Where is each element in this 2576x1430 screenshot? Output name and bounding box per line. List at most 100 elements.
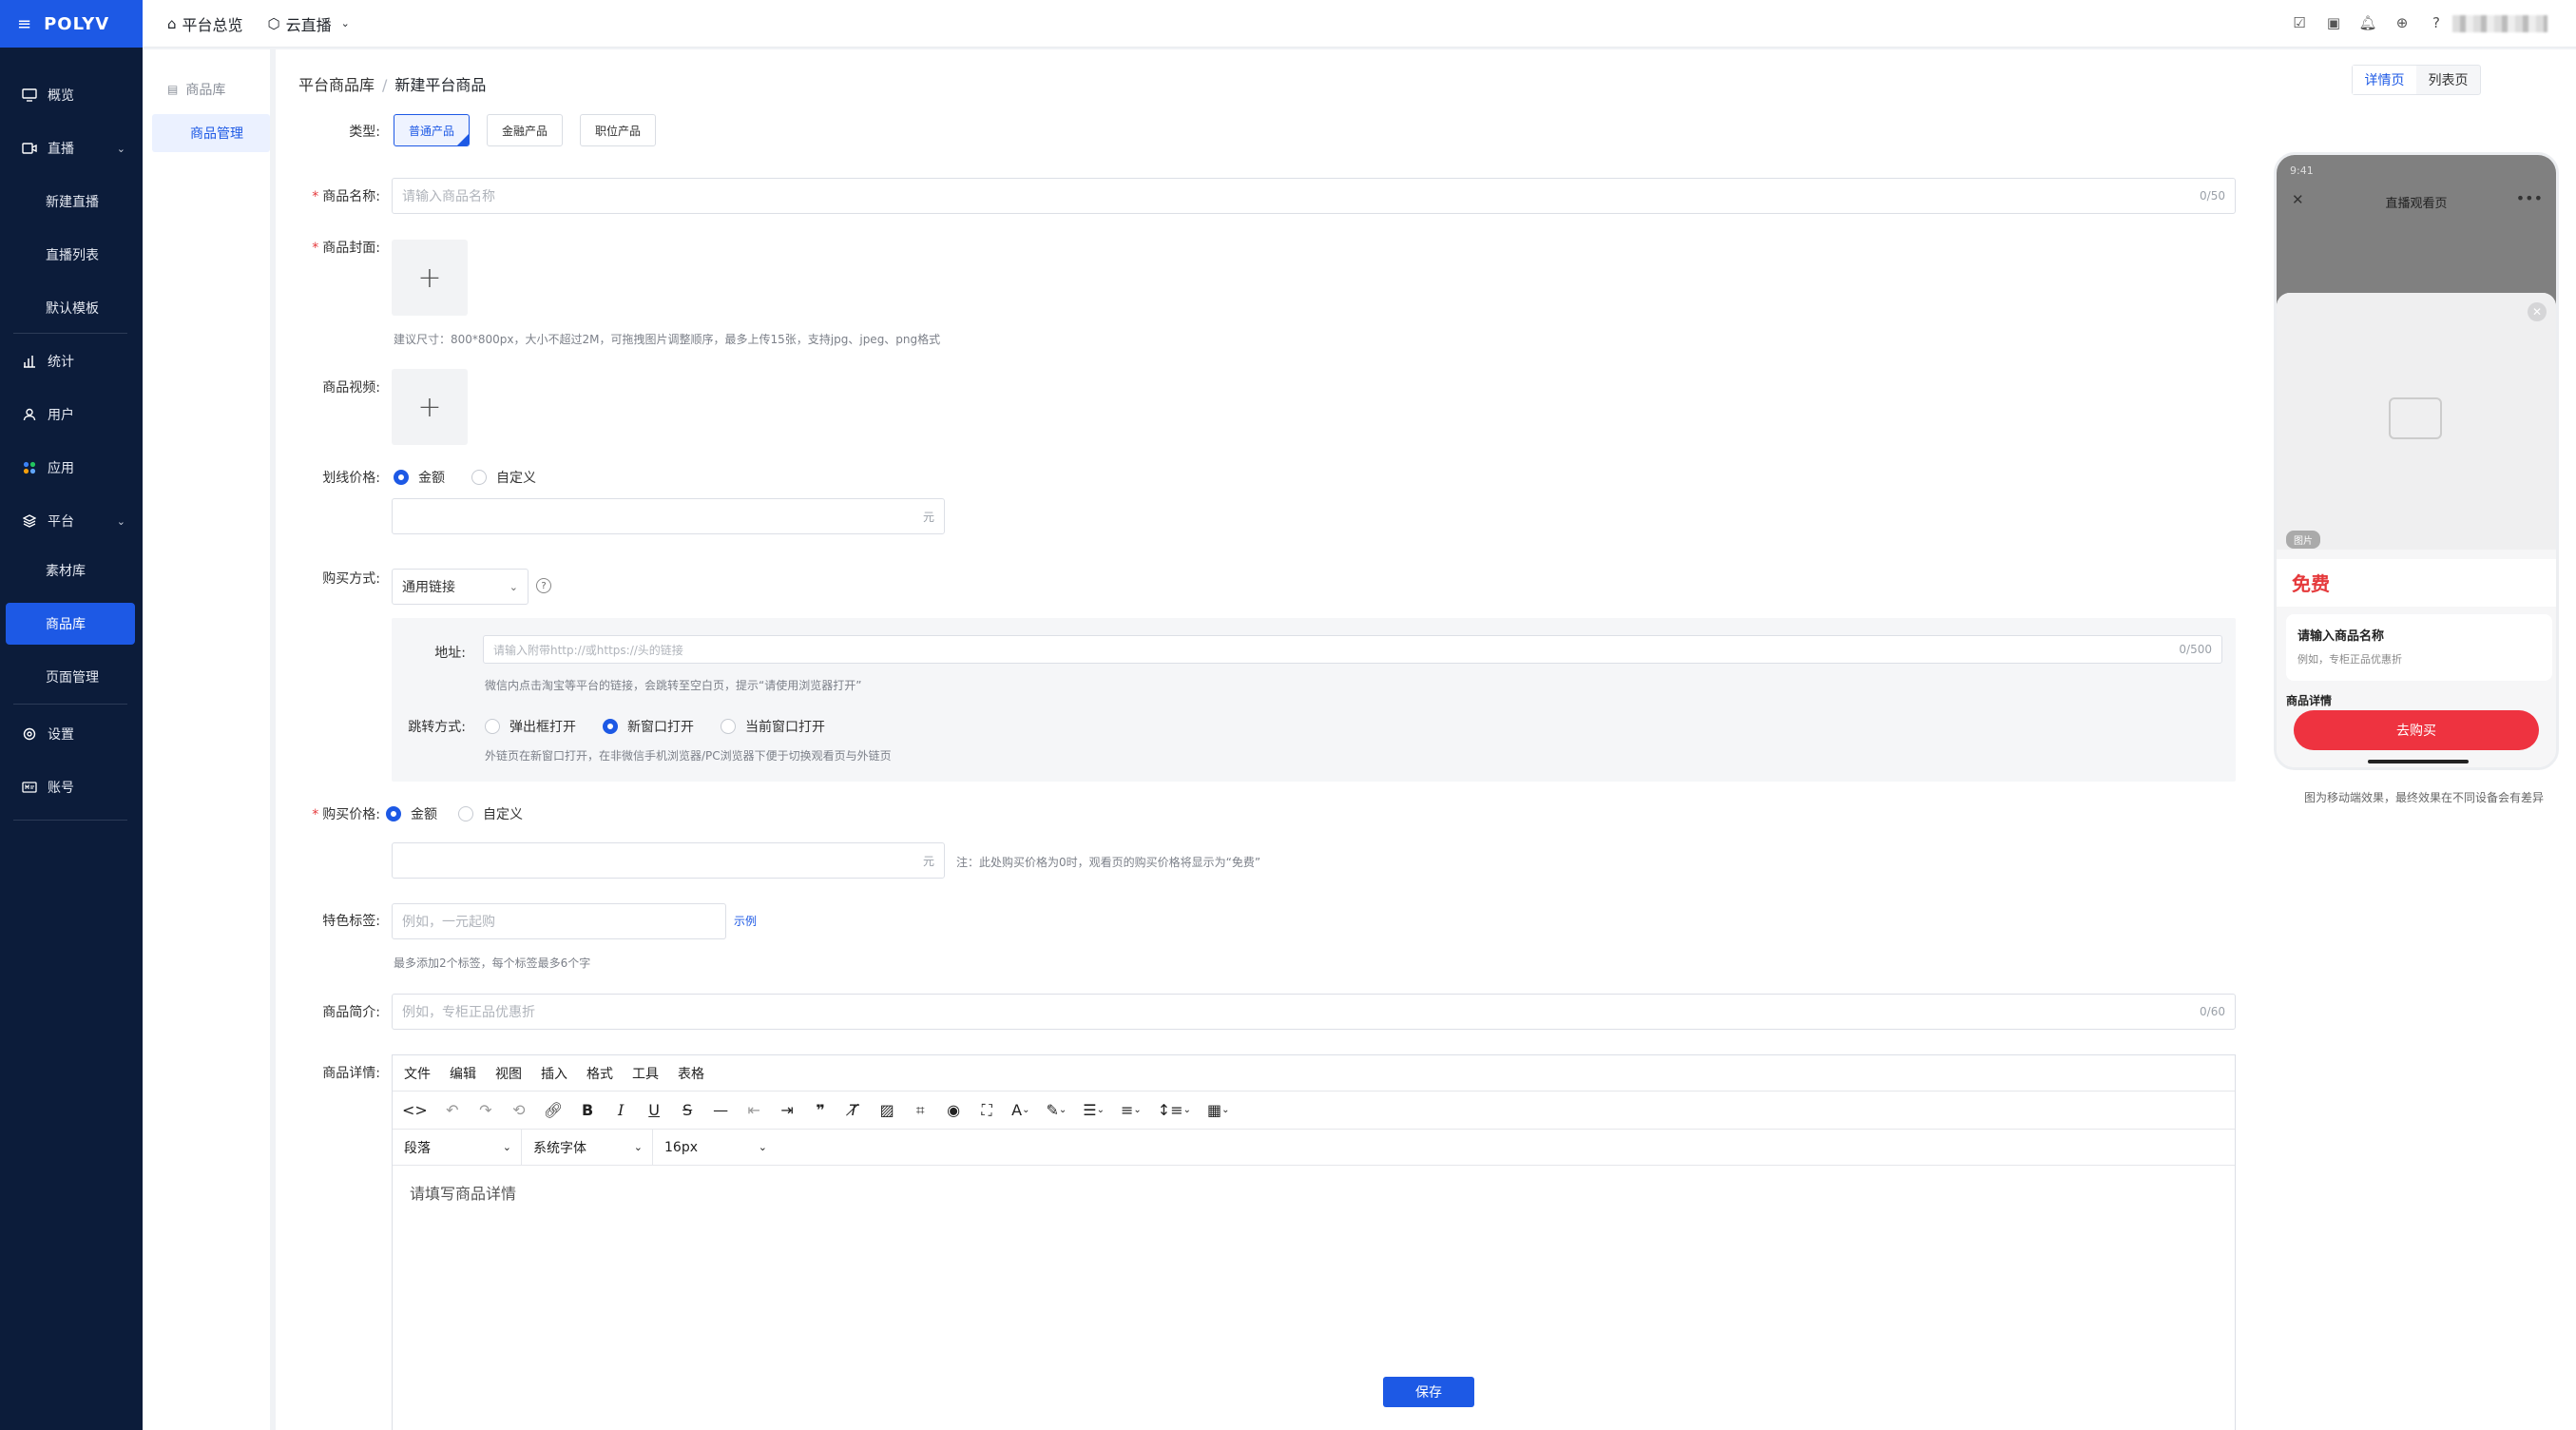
subnav-item-product-manage[interactable]: 商品管理 bbox=[152, 114, 270, 152]
sidebar-item-users[interactable]: 用户 bbox=[6, 394, 135, 435]
screen-icon[interactable]: ▣ bbox=[2323, 12, 2344, 33]
intro-input[interactable]: 例如，专柜正品优惠折 0/60 bbox=[392, 994, 2236, 1030]
price-amount-radio[interactable]: 金额 bbox=[386, 804, 437, 823]
tags-example-link[interactable]: 示例 bbox=[734, 913, 757, 929]
price-input[interactable]: 元 bbox=[392, 842, 945, 879]
price-custom-radio[interactable]: 自定义 bbox=[458, 804, 523, 823]
bell-icon[interactable]: 🔔︎ bbox=[2357, 12, 2378, 33]
table-icon[interactable]: ▦ ⌄ bbox=[1207, 1101, 1230, 1119]
image-icon[interactable]: ▨ bbox=[878, 1101, 895, 1119]
chevron-down-icon: ⌄ bbox=[502, 1141, 511, 1153]
chevron-down-icon: ⌄ bbox=[758, 1141, 767, 1153]
font-color-icon[interactable]: A ⌄ bbox=[1011, 1101, 1029, 1119]
underline-icon[interactable]: U bbox=[645, 1101, 663, 1119]
user-account-blurred[interactable] bbox=[2452, 15, 2547, 32]
sidebar-item-page-manage[interactable]: 页面管理 bbox=[6, 656, 135, 698]
product-name-input[interactable]: 请输入商品名称 0/50 bbox=[392, 178, 2236, 214]
menu-icon[interactable]: ≡ bbox=[17, 14, 32, 34]
sidebar-item-overview[interactable]: 概览 bbox=[6, 74, 135, 116]
redo-icon[interactable]: ↷ bbox=[477, 1101, 494, 1119]
horizontal-rule-icon[interactable]: — bbox=[712, 1101, 729, 1119]
chevron-down-icon: ⌄ bbox=[509, 580, 518, 593]
menu-view[interactable]: 视图 bbox=[495, 1064, 522, 1083]
clear-format-icon[interactable]: T̸ bbox=[845, 1101, 862, 1119]
strike-price-label: 划线价格: bbox=[322, 471, 380, 486]
gear-icon bbox=[21, 725, 38, 743]
preview-eye-icon[interactable]: ◉ bbox=[945, 1101, 962, 1119]
strike-price-custom-radio[interactable]: 自定义 bbox=[471, 468, 536, 487]
jump-label: 跳转方式: bbox=[408, 720, 466, 735]
jump-new-window-radio[interactable]: 新窗口打开 bbox=[603, 717, 694, 736]
help-icon[interactable]: ? bbox=[2426, 12, 2447, 33]
menu-insert[interactable]: 插入 bbox=[541, 1064, 567, 1083]
tags-input[interactable]: 例如，一元起购 bbox=[392, 903, 726, 939]
sidebar-item-live-list[interactable]: 直播列表 bbox=[6, 234, 135, 276]
tasks-icon[interactable]: ☑ bbox=[2289, 12, 2310, 33]
product-card-preview: 图片 ✕ 免费 请输入商品名称 例如，专柜正品优惠折 商品详情 bbox=[2277, 293, 2556, 767]
sidebar-item-live[interactable]: 直播 ⌄ bbox=[6, 127, 135, 169]
history-icon[interactable]: ⟲ bbox=[510, 1101, 528, 1119]
tab-detail-page[interactable]: 详情页 bbox=[2353, 66, 2416, 94]
bold-icon[interactable]: B bbox=[579, 1101, 596, 1119]
highlight-icon[interactable]: ✎ ⌄ bbox=[1046, 1101, 1067, 1119]
strike-price-input[interactable]: 元 bbox=[392, 498, 945, 534]
sidebar-item-materials[interactable]: 素材库 bbox=[6, 550, 135, 591]
detail-label: 商品详情: bbox=[322, 1066, 380, 1081]
menu-tools[interactable]: 工具 bbox=[632, 1064, 659, 1083]
font-size-select[interactable]: 16px ⌄ bbox=[653, 1130, 777, 1166]
address-input[interactable]: 请输入附带http://或https://头的链接 0/500 bbox=[483, 635, 2222, 664]
line-height-icon[interactable]: ↕≡ ⌄ bbox=[1158, 1101, 1191, 1119]
sidebar-item-settings[interactable]: 设置 bbox=[6, 713, 135, 755]
block-format-select[interactable]: 段落 ⌄ bbox=[393, 1129, 522, 1166]
preview-price: 免费 bbox=[2277, 559, 2556, 607]
save-button[interactable]: 保存 bbox=[1383, 1377, 1474, 1407]
strikethrough-icon[interactable]: S bbox=[679, 1101, 696, 1119]
italic-icon[interactable]: I bbox=[612, 1101, 629, 1119]
menu-edit[interactable]: 编辑 bbox=[450, 1064, 476, 1083]
special-char-icon[interactable]: ⌗ bbox=[912, 1101, 929, 1120]
apps-icon bbox=[21, 459, 38, 476]
nav-cloud-live[interactable]: ⬡ 云直播 ⌄ bbox=[268, 12, 350, 35]
char-count: 0/50 bbox=[2200, 189, 2225, 203]
link-icon[interactable]: 🔗︎ bbox=[544, 1101, 563, 1119]
tab-list-page[interactable]: 列表页 bbox=[2416, 66, 2480, 94]
type-finance-button[interactable]: 金融产品 bbox=[487, 114, 563, 146]
sidebar-item-stats[interactable]: 统计 bbox=[6, 340, 135, 382]
nav-home[interactable]: ⌂ 平台总览 bbox=[167, 12, 243, 35]
buy-method-select[interactable]: 通用链接 ⌄ bbox=[392, 569, 529, 605]
menu-table[interactable]: 表格 bbox=[678, 1064, 704, 1083]
fullscreen-icon[interactable]: ⛶ bbox=[978, 1101, 995, 1120]
video-upload-button[interactable]: + bbox=[392, 369, 468, 445]
strike-price-amount-radio[interactable]: 金额 bbox=[394, 468, 445, 487]
chevron-down-icon: ⌄ bbox=[116, 142, 125, 155]
bullet-list-icon[interactable]: ☰ ⌄ bbox=[1083, 1101, 1105, 1119]
chevron-down-icon: ⌄ bbox=[116, 514, 125, 528]
name-label: 商品名称: bbox=[276, 186, 380, 205]
sidebar-item-platform[interactable]: 平台 ⌄ bbox=[6, 500, 135, 542]
sidebar-item-account[interactable]: 账号 bbox=[6, 766, 135, 808]
sidebar-item-apps[interactable]: 应用 bbox=[6, 447, 135, 489]
undo-icon[interactable]: ↶ bbox=[444, 1101, 461, 1119]
editor-body[interactable]: 请填写商品详情 bbox=[393, 1166, 2235, 1219]
menu-file[interactable]: 文件 bbox=[404, 1064, 431, 1083]
numbered-list-icon[interactable]: ≡ ⌄ bbox=[1121, 1101, 1142, 1119]
indent-icon[interactable]: ⇥ bbox=[779, 1101, 796, 1119]
sidebar-item-products[interactable]: 商品库 bbox=[6, 603, 135, 645]
sidebar-item-default-template[interactable]: 默认模板 bbox=[6, 287, 135, 329]
outdent-icon[interactable]: ⇤ bbox=[745, 1101, 762, 1119]
help-icon[interactable]: ? bbox=[536, 578, 551, 593]
upload-icon[interactable]: ⊕ bbox=[2392, 12, 2413, 33]
cover-upload-button[interactable]: + bbox=[392, 240, 468, 316]
code-icon[interactable]: <> bbox=[402, 1101, 428, 1119]
blockquote-icon[interactable]: ❞ bbox=[812, 1101, 829, 1119]
jump-current-window-radio[interactable]: 当前窗口打开 bbox=[721, 717, 825, 736]
menu-format[interactable]: 格式 bbox=[586, 1064, 613, 1083]
cover-label: 商品封面: bbox=[276, 238, 380, 257]
breadcrumb-parent[interactable]: 平台商品库 bbox=[298, 76, 375, 94]
font-family-select[interactable]: 系统字体 ⌄ bbox=[522, 1129, 653, 1166]
type-normal-button[interactable]: 普通产品 bbox=[394, 114, 470, 146]
sidebar-item-new-live[interactable]: 新建直播 bbox=[6, 181, 135, 222]
jump-popup-radio[interactable]: 弹出框打开 bbox=[485, 717, 576, 736]
type-job-button[interactable]: 职位产品 bbox=[580, 114, 656, 146]
logo[interactable]: ≡ POLYV bbox=[0, 0, 143, 48]
